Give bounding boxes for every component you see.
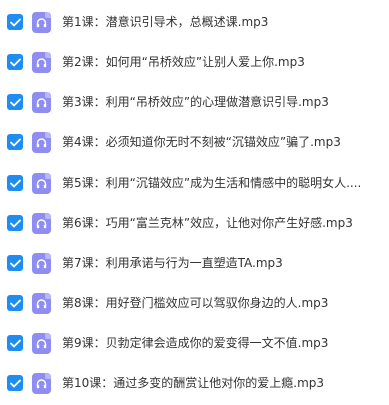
checkbox-checked[interactable]: [7, 175, 23, 191]
file-name[interactable]: 第6课：巧用“富兰克林”效应，让他对你产生好感.mp3: [62, 215, 377, 231]
checkbox-checked[interactable]: [7, 335, 23, 351]
file-row[interactable]: 第8课：用好登门槛效应可以驾驭你身边的人.mp3: [0, 284, 389, 322]
file-row[interactable]: 第10课：通过多变的酬赏让他对你的爱上瘾.mp3: [0, 364, 389, 402]
file-row[interactable]: 第4课：必须知道你无时不刻被“沉锚效应”骗了.mp3: [0, 123, 389, 161]
checkbox-checked[interactable]: [7, 94, 23, 110]
audio-file-icon: [32, 172, 51, 194]
checkbox-checked[interactable]: [7, 255, 23, 271]
file-row[interactable]: 第9课：贝勃定律会造成你的爱变得一文不值.mp3: [0, 324, 389, 362]
file-row[interactable]: 第7课：利用承诺与行为一直塑造TA.mp3: [0, 244, 389, 282]
file-name[interactable]: 第1课：潜意识引导术，总概述课.mp3: [62, 14, 377, 30]
file-name[interactable]: 第8课：用好登门槛效应可以驾驭你身边的人.mp3: [62, 295, 377, 311]
file-list: 第1课：潜意识引导术，总概述课.mp3 第2课：如何用“吊桥效应”让别人爱上你.…: [0, 0, 389, 405]
checkbox-checked[interactable]: [7, 295, 23, 311]
file-name[interactable]: 第7课：利用承诺与行为一直塑造TA.mp3: [62, 255, 377, 271]
file-name[interactable]: 第2课：如何用“吊桥效应”让别人爱上你.mp3: [62, 54, 377, 70]
audio-file-icon: [32, 212, 51, 234]
audio-file-icon: [32, 372, 51, 394]
file-row[interactable]: 第5课：利用“沉锚效应”成为生活和情感中的聪明女人....: [0, 164, 389, 202]
file-name[interactable]: 第10课：通过多变的酬赏让他对你的爱上瘾.mp3: [62, 375, 377, 391]
file-row[interactable]: 第6课：巧用“富兰克林”效应，让他对你产生好感.mp3: [0, 204, 389, 242]
audio-file-icon: [32, 91, 51, 113]
audio-file-icon: [32, 11, 51, 33]
file-row[interactable]: 第1课：潜意识引导术，总概述课.mp3: [0, 3, 389, 41]
checkbox-checked[interactable]: [7, 215, 23, 231]
file-name[interactable]: 第3课：利用“吊桥效应”的心理做潜意识引导.mp3: [62, 94, 377, 110]
file-row[interactable]: 第2课：如何用“吊桥效应”让别人爱上你.mp3: [0, 43, 389, 81]
checkbox-checked[interactable]: [7, 375, 23, 391]
checkbox-checked[interactable]: [7, 54, 23, 70]
checkbox-checked[interactable]: [7, 14, 23, 30]
audio-file-icon: [32, 51, 51, 73]
checkbox-checked[interactable]: [7, 134, 23, 150]
file-name[interactable]: 第9课：贝勃定律会造成你的爱变得一文不值.mp3: [62, 335, 377, 351]
file-row[interactable]: 第3课：利用“吊桥效应”的心理做潜意识引导.mp3: [0, 83, 389, 121]
file-name[interactable]: 第4课：必须知道你无时不刻被“沉锚效应”骗了.mp3: [62, 134, 377, 150]
audio-file-icon: [32, 252, 51, 274]
audio-file-icon: [32, 292, 51, 314]
audio-file-icon: [32, 332, 51, 354]
file-name[interactable]: 第5课：利用“沉锚效应”成为生活和情感中的聪明女人....: [62, 175, 377, 191]
audio-file-icon: [32, 131, 51, 153]
